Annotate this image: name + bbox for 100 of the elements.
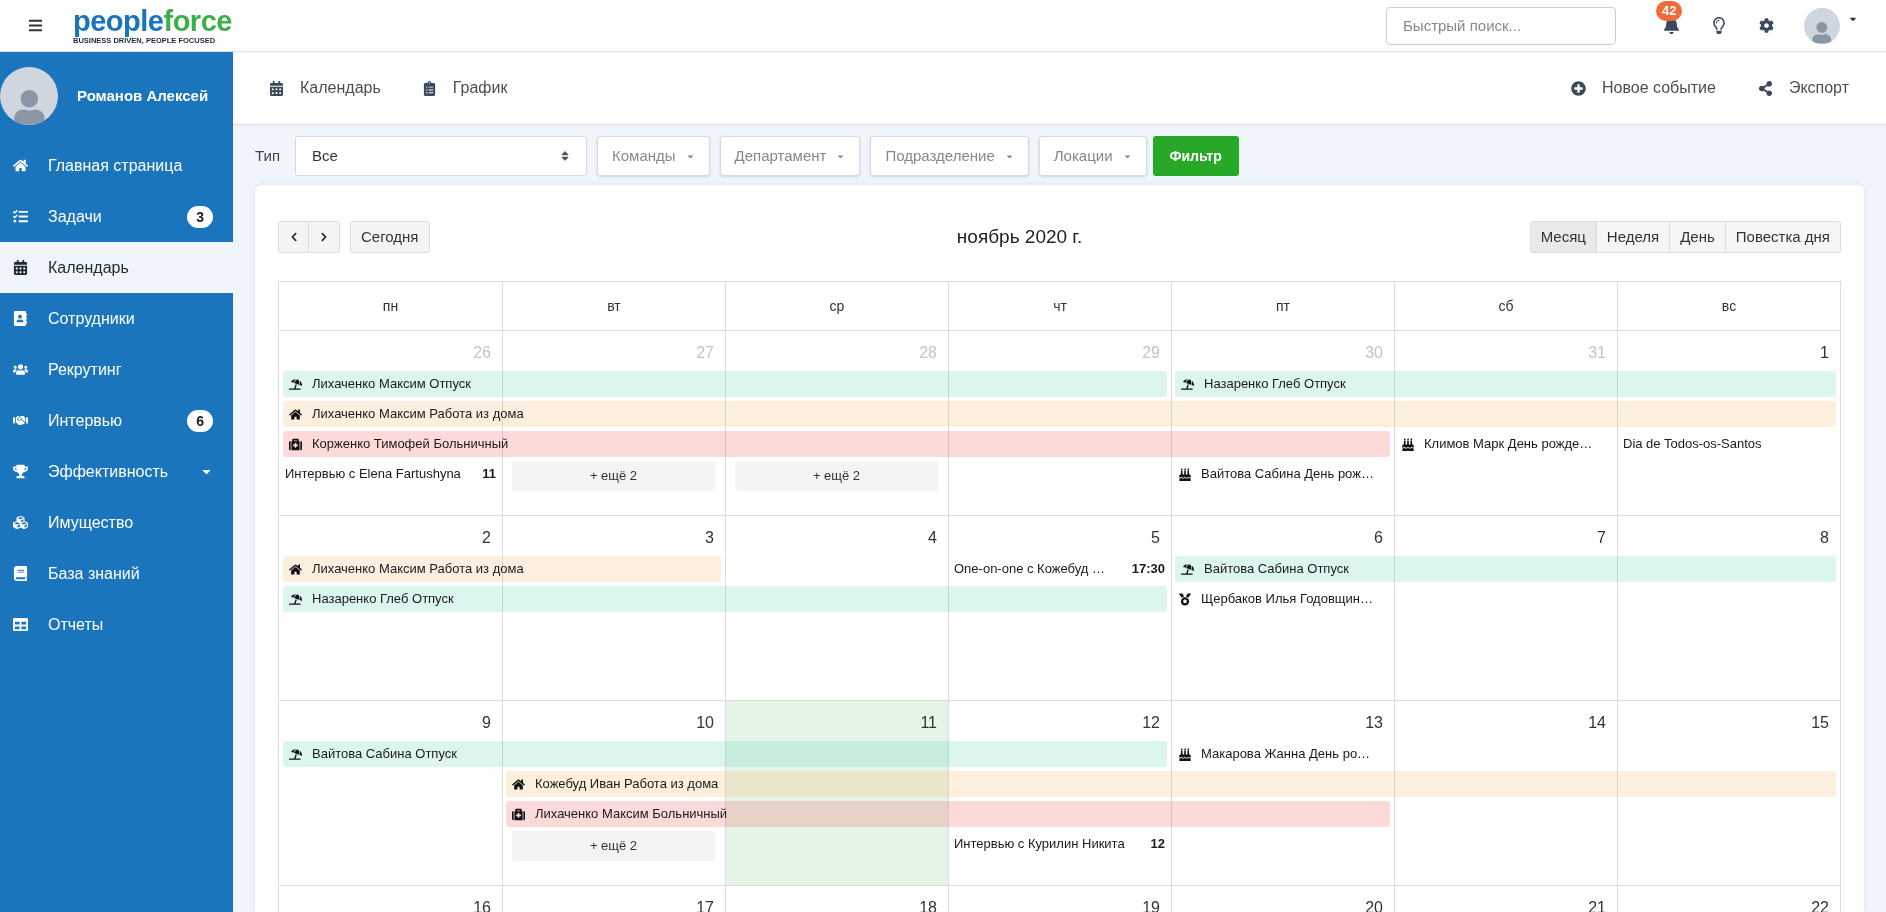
more-events-button[interactable]: + ещё 2 xyxy=(512,461,715,491)
event-bar[interactable]: Лихаченко Максим Работа из дома xyxy=(283,556,721,582)
event-bar[interactable]: Кожебуд Иван Работа из дома xyxy=(506,771,1836,797)
sidebar-item[interactable]: Эффективность xyxy=(0,446,233,497)
sidebar-item[interactable]: Рекрутинг xyxy=(0,344,233,395)
event-bar[interactable]: Назаренко Глеб Отпуск xyxy=(1175,371,1836,397)
day-number[interactable]: 4 xyxy=(928,526,937,550)
filter-dropdown[interactable]: Подразделение xyxy=(870,136,1029,176)
menu-icon[interactable] xyxy=(28,18,43,33)
action-link[interactable]: Экспорт xyxy=(1757,76,1849,100)
day-number[interactable]: 9 xyxy=(482,711,491,735)
notification-badge: 42 xyxy=(1656,1,1683,21)
table-icon xyxy=(13,617,28,632)
event-title[interactable]: One-on-one с Кожебуд … xyxy=(954,559,1105,579)
event-title[interactable]: Dia de Todos-os-Santos xyxy=(1623,434,1762,454)
lightbulb-icon[interactable] xyxy=(1712,17,1726,34)
view-tab[interactable]: Повестка дня xyxy=(1725,221,1841,253)
sidebar-item[interactable]: Отчеты xyxy=(0,599,233,650)
view-tab[interactable]: День xyxy=(1670,221,1726,253)
filter-dropdown[interactable]: Команды xyxy=(597,136,710,176)
more-events-button[interactable]: + ещё 2 xyxy=(512,831,715,861)
sidebar-item[interactable]: База знаний xyxy=(0,548,233,599)
beach-umbrella-icon xyxy=(289,377,302,391)
home-icon xyxy=(512,777,525,791)
day-number[interactable]: 14 xyxy=(1588,711,1606,735)
event-title: Назаренко Глеб Отпуск xyxy=(1204,375,1346,394)
nav-tab[interactable]: Календарь xyxy=(270,76,381,100)
event-title[interactable]: Климов Марк День рожде… xyxy=(1424,434,1593,454)
event-title: Вайтова Сабина Отпуск xyxy=(312,745,457,764)
day-number[interactable]: 11 xyxy=(920,711,937,735)
sidebar-item[interactable]: Задачи 3 xyxy=(0,191,233,242)
event-title: Лихаченко Максим Больничный xyxy=(535,805,728,824)
more-events-button[interactable]: + ещё 2 xyxy=(735,461,938,491)
home-icon xyxy=(13,158,28,173)
sidebar-item[interactable]: Имущество xyxy=(0,497,233,548)
avatar xyxy=(0,67,58,125)
cubes-icon xyxy=(13,515,28,530)
event-bar[interactable]: Вайтова Сабина Отпуск xyxy=(283,741,1167,767)
checklist-icon xyxy=(13,209,28,224)
day-number[interactable]: 10 xyxy=(696,711,714,735)
event-title: Лихаченко Максим Работа из дома xyxy=(312,405,524,424)
event-title[interactable]: Вайтова Сабина День рож… xyxy=(1201,464,1374,484)
count-badge: 3 xyxy=(187,205,213,228)
weekday-header: пн xyxy=(382,296,399,316)
event-title: Вайтова Сабина Отпуск xyxy=(1204,560,1349,579)
event-bar[interactable]: Назаренко Глеб Отпуск xyxy=(283,586,1167,612)
count-badge: 6 xyxy=(187,409,213,432)
sidebar-item[interactable]: Сотрудники xyxy=(0,293,233,344)
day-number[interactable]: 12 xyxy=(1142,711,1160,735)
type-select[interactable]: Все xyxy=(295,136,587,176)
cake-icon xyxy=(1179,467,1191,481)
day-number[interactable]: 6 xyxy=(1374,526,1383,550)
nav-tab[interactable]: График xyxy=(422,76,508,100)
day-number[interactable]: 3 xyxy=(705,526,714,550)
day-number[interactable]: 7 xyxy=(1597,526,1606,550)
view-tab[interactable]: Месяц xyxy=(1529,221,1597,253)
event-title[interactable]: Интервью с Elena Fartushyna xyxy=(285,464,461,484)
event-time: 11 xyxy=(482,465,496,484)
day-number[interactable]: 1 xyxy=(1820,341,1829,365)
medal-icon xyxy=(1179,592,1191,606)
chevron-right-icon xyxy=(319,232,329,242)
sidebar-item[interactable]: Главная страница xyxy=(0,140,233,191)
home-icon xyxy=(289,407,302,421)
event-bar[interactable]: Лихаченко Максим Работа из дома xyxy=(283,401,1836,427)
event-bar[interactable]: Корженко Тимофей Больничный xyxy=(283,431,1390,457)
day-number[interactable]: 2 xyxy=(482,526,491,550)
filter-dropdown[interactable]: Департамент xyxy=(719,136,861,176)
day-number[interactable]: 8 xyxy=(1820,526,1829,550)
settings-icon[interactable] xyxy=(1759,18,1774,33)
day-number[interactable]: 13 xyxy=(1365,711,1383,735)
contact-book-icon xyxy=(13,311,28,326)
beach-umbrella-icon xyxy=(1181,562,1194,576)
day-number[interactable]: 5 xyxy=(1151,526,1160,550)
event-bar[interactable]: Лихаченко Максим Отпуск xyxy=(283,371,1167,397)
event-bar[interactable]: Вайтова Сабина Отпуск xyxy=(1175,556,1836,582)
event-bar[interactable]: Лихаченко Максим Больничный xyxy=(506,801,1390,827)
share-icon xyxy=(1757,80,1773,96)
today-button[interactable]: Сегодня xyxy=(350,221,430,253)
user-name: Романов Алексей xyxy=(77,85,209,106)
event-title: Лихаченко Максим Работа из дома xyxy=(312,560,524,579)
weekday-header: ср xyxy=(829,296,845,316)
event-title[interactable]: Макарова Жанна День ро… xyxy=(1201,744,1371,764)
sidebar-item[interactable]: Календарь xyxy=(0,242,233,293)
sidebar-item[interactable]: Интервью 6 xyxy=(0,395,233,446)
weekday-header: пт xyxy=(1276,296,1290,316)
filter-dropdown[interactable]: Локации xyxy=(1038,136,1147,176)
weekday-header: вт xyxy=(607,296,621,316)
day-number[interactable]: 15 xyxy=(1811,711,1829,735)
event-title: Кожебуд Иван Работа из дома xyxy=(535,775,719,794)
view-tab[interactable]: Неделя xyxy=(1596,221,1671,253)
event-time: 17:30 xyxy=(1131,560,1165,579)
event-time: 12 xyxy=(1150,835,1165,854)
beach-umbrella-icon xyxy=(289,592,302,606)
action-link[interactable]: Новое событие xyxy=(1570,76,1716,100)
beach-umbrella-icon xyxy=(1181,377,1194,391)
filter-label: Тип xyxy=(255,145,280,166)
cake-icon xyxy=(1402,437,1414,451)
event-title[interactable]: Интервью с Курилин Никита xyxy=(954,834,1125,854)
event-title[interactable]: Щербаков Илья Годовщин… xyxy=(1201,589,1373,609)
search-field[interactable]: Быстрый поиск... xyxy=(1386,6,1616,45)
